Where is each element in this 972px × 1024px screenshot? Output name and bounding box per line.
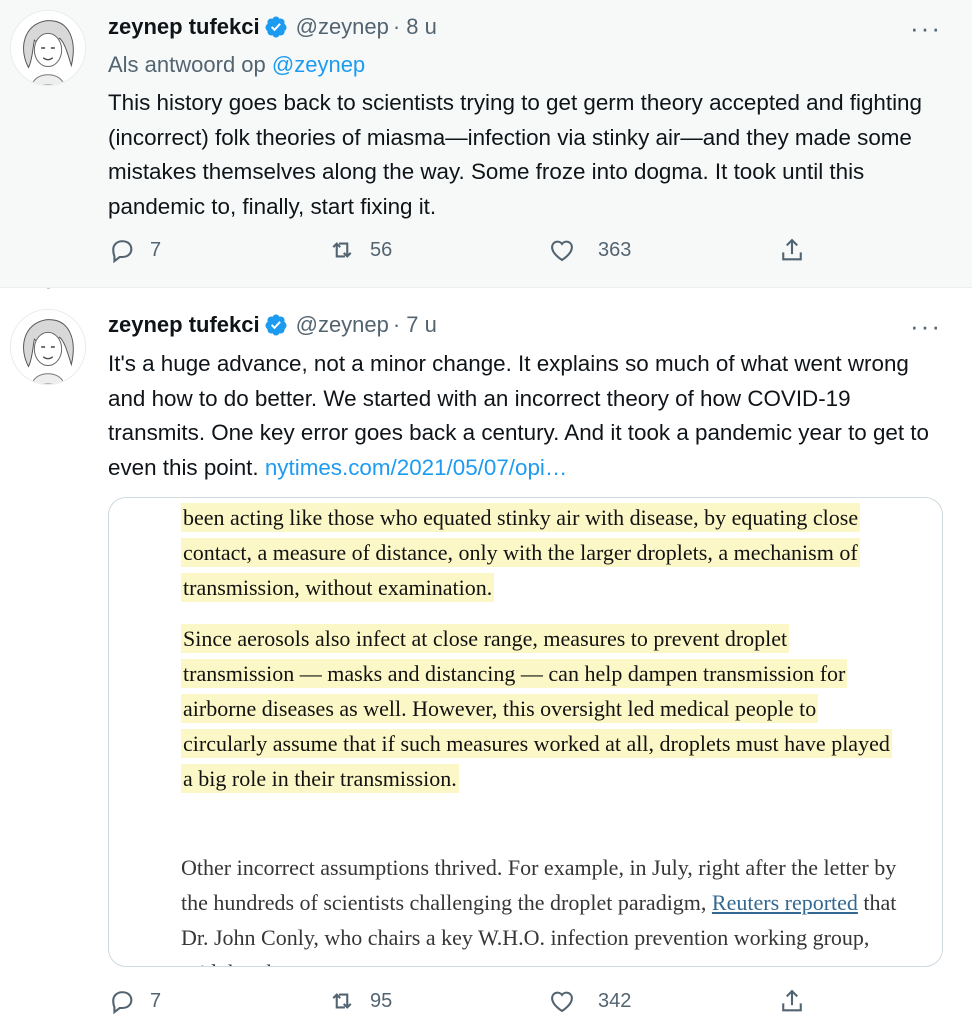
share-icon xyxy=(782,238,802,261)
author-handle[interactable]: @zeynep xyxy=(296,14,389,40)
tweet-1[interactable]: zeynep tufekci @zeynep · 8 u ··· Als ant… xyxy=(0,0,972,288)
avatar[interactable] xyxy=(10,10,86,86)
article-paragraph-1-text: been acting like those who equated stink… xyxy=(181,503,861,602)
separator: · xyxy=(392,312,401,337)
tweet-header: zeynep tufekci @zeynep · 7 u xyxy=(108,310,437,340)
avatar[interactable] xyxy=(10,309,86,385)
retweet-icon xyxy=(332,993,352,1009)
tweet-actions: 7 56 363 xyxy=(108,236,808,272)
author-name[interactable]: zeynep tufekci xyxy=(108,14,260,40)
reply-button[interactable]: 7 xyxy=(108,987,161,1015)
like-button[interactable]: 363 xyxy=(548,236,631,264)
avatar-portrait-icon xyxy=(11,310,85,384)
article-image[interactable]: been acting like those who equated stink… xyxy=(108,497,943,967)
heart-icon xyxy=(551,240,573,262)
tweet-2[interactable]: zeynep tufekci @zeynep · 7 u ··· It's a … xyxy=(0,289,972,1024)
share-button[interactable] xyxy=(778,987,806,1015)
reply-mention[interactable]: @zeynep xyxy=(272,52,365,77)
like-count: 363 xyxy=(598,238,632,261)
like-count: 342 xyxy=(598,989,632,1012)
retweet-icon xyxy=(332,242,352,258)
author-handle[interactable]: @zeynep xyxy=(296,312,389,338)
article-paragraph-1: been acting like those who equated stink… xyxy=(181,500,901,605)
tweet-header: zeynep tufekci @zeynep · 8 u xyxy=(108,12,437,42)
reuters-link: Reuters reported xyxy=(711,890,858,915)
retweet-count: 56 xyxy=(370,238,393,261)
reply-context: Als antwoord op @zeynep xyxy=(108,52,365,78)
tweet-text: It's a huge advance, not a minor change.… xyxy=(108,347,948,485)
avatar-portrait-icon xyxy=(11,11,85,85)
more-icon[interactable]: ··· xyxy=(910,15,942,41)
tweet-time[interactable]: 7 u xyxy=(406,312,437,338)
article-link[interactable]: nytimes.com/2021/05/07/opi… xyxy=(265,455,567,480)
article-paragraph-3: Other incorrect assumptions thrived. For… xyxy=(181,850,901,966)
share-button[interactable] xyxy=(778,236,806,264)
verified-badge-icon xyxy=(264,15,288,39)
author-name[interactable]: zeynep tufekci xyxy=(108,312,260,338)
article-paragraph-2: Since aerosols also infect at close rang… xyxy=(181,621,901,796)
reply-count: 7 xyxy=(150,989,162,1012)
heart-icon xyxy=(551,991,573,1013)
article-paragraph-2-text: Since aerosols also infect at close rang… xyxy=(181,624,892,793)
separator: · xyxy=(392,14,401,39)
like-button[interactable]: 342 xyxy=(548,987,631,1015)
more-icon[interactable]: ··· xyxy=(910,313,942,339)
reply-icon xyxy=(112,240,133,264)
reply-count: 7 xyxy=(150,238,162,261)
tweet-text: This history goes back to scientists try… xyxy=(108,90,922,219)
reply-button[interactable]: 7 xyxy=(108,236,161,264)
reply-prefix: Als antwoord op xyxy=(108,52,266,77)
verified-badge-icon xyxy=(264,313,288,337)
share-icon xyxy=(782,989,802,1012)
reply-icon xyxy=(112,991,133,1015)
tweet-actions: 7 95 342 xyxy=(108,987,808,1023)
tweet-time[interactable]: 8 u xyxy=(406,14,437,40)
retweet-button[interactable]: 95 xyxy=(328,987,392,1015)
retweet-button[interactable]: 56 xyxy=(328,236,392,264)
retweet-count: 95 xyxy=(370,989,393,1012)
